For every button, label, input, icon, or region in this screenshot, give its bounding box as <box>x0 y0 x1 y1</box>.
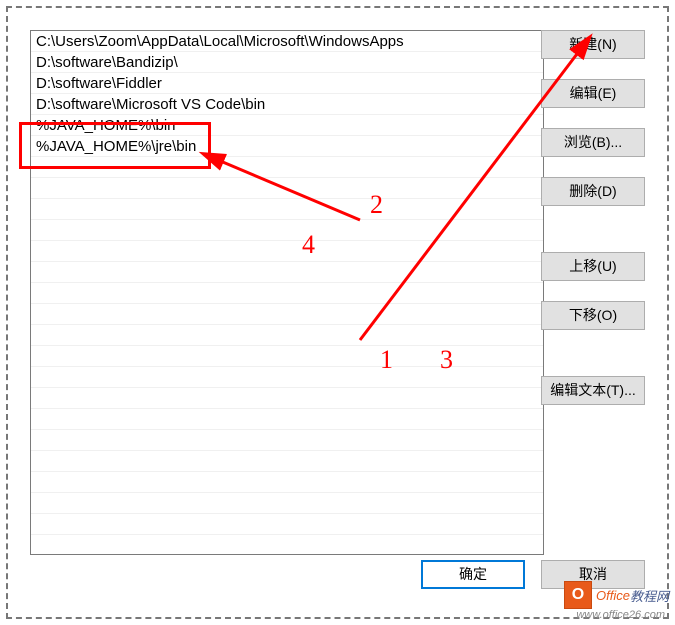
list-item[interactable] <box>31 325 543 346</box>
path-list[interactable]: C:\Users\Zoom\AppData\Local\Microsoft\Wi… <box>30 30 544 555</box>
list-item[interactable]: D:\software\Bandizip\ <box>31 52 543 73</box>
move-up-button[interactable]: 上移(U) <box>541 252 645 281</box>
list-item[interactable]: D:\software\Fiddler <box>31 73 543 94</box>
list-item[interactable] <box>31 346 543 367</box>
list-item[interactable]: C:\Users\Zoom\AppData\Local\Microsoft\Wi… <box>31 31 543 52</box>
move-down-button[interactable]: 下移(O) <box>541 301 645 330</box>
bottom-button-panel: 确定 取消 <box>421 560 645 589</box>
list-item[interactable]: %JAVA_HOME%\bin <box>31 115 543 136</box>
list-item[interactable] <box>31 262 543 283</box>
list-item[interactable] <box>31 241 543 262</box>
edit-text-button[interactable]: 编辑文本(T)... <box>541 376 645 405</box>
edit-button[interactable]: 编辑(E) <box>541 79 645 108</box>
ok-button[interactable]: 确定 <box>421 560 525 589</box>
cancel-button[interactable]: 取消 <box>541 560 645 589</box>
list-item[interactable] <box>31 514 543 535</box>
list-item[interactable] <box>31 304 543 325</box>
new-button[interactable]: 新建(N) <box>541 30 645 59</box>
list-item[interactable] <box>31 451 543 472</box>
list-item[interactable] <box>31 283 543 304</box>
list-item[interactable]: %JAVA_HOME%\jre\bin <box>31 136 543 157</box>
delete-button[interactable]: 删除(D) <box>541 177 645 206</box>
list-item[interactable] <box>31 472 543 493</box>
list-item[interactable] <box>31 409 543 430</box>
list-item[interactable] <box>31 388 543 409</box>
list-item[interactable] <box>31 430 543 451</box>
list-item[interactable]: D:\software\Microsoft VS Code\bin <box>31 94 543 115</box>
list-item[interactable] <box>31 367 543 388</box>
list-item[interactable] <box>31 178 543 199</box>
list-item[interactable] <box>31 157 543 178</box>
list-item[interactable] <box>31 199 543 220</box>
side-button-panel: 新建(N) 编辑(E) 浏览(B)... 删除(D) 上移(U) 下移(O) 编… <box>541 30 645 405</box>
dialog-frame: C:\Users\Zoom\AppData\Local\Microsoft\Wi… <box>6 6 669 619</box>
browse-button[interactable]: 浏览(B)... <box>541 128 645 157</box>
list-item[interactable] <box>31 220 543 241</box>
list-item[interactable] <box>31 493 543 514</box>
list-item[interactable] <box>31 535 543 555</box>
